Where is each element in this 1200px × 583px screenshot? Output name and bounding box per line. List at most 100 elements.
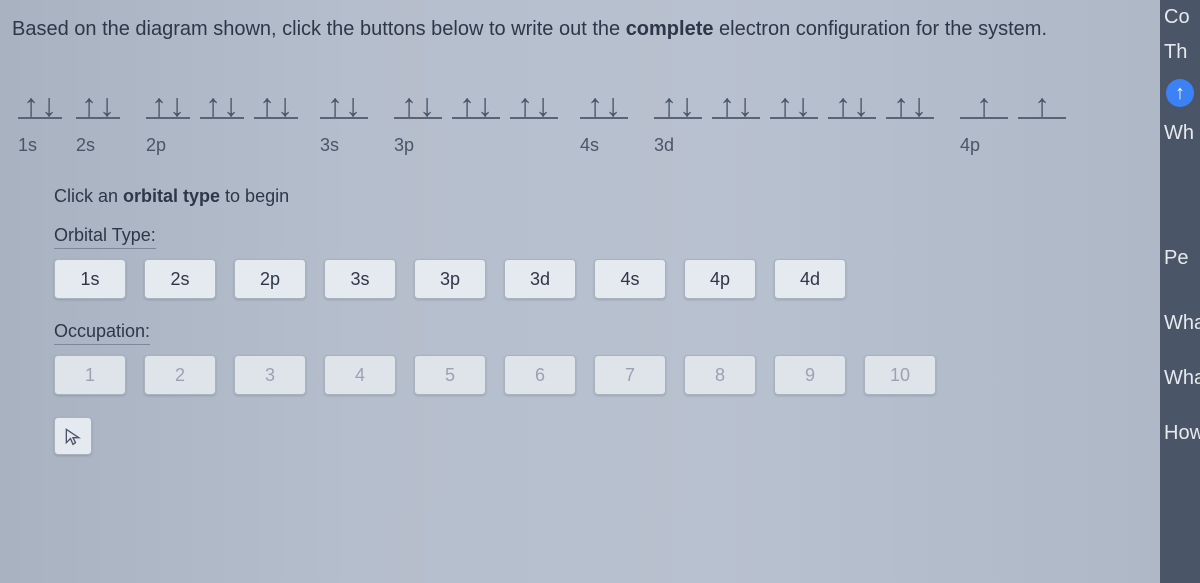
occupation-btn-5[interactable]: 5 (414, 355, 486, 395)
spin-down-icon: ↓ (911, 89, 927, 121)
spin-up-icon: ↑ (259, 89, 275, 121)
spin-up-icon: ↑ (893, 89, 909, 121)
spin-up-icon: ↑ (835, 89, 851, 121)
orbital-line: ↑↓ (770, 69, 818, 119)
rail-item[interactable]: Co (1160, 0, 1200, 35)
spin-up-icon: ↑ (401, 89, 417, 121)
rail-item[interactable]: How (1160, 416, 1200, 451)
instruction-post: electron configuration for the system. (714, 18, 1048, 40)
main-area: Based on the diagram shown, click the bu… (0, 0, 1160, 583)
spin-down-icon: ↓ (477, 89, 493, 121)
spin-down-icon: ↓ (737, 89, 753, 121)
orbital-line: ↑↓ (200, 69, 244, 119)
orbital-labels: 1s2s2p3s3p4s3d4p (8, 129, 1140, 156)
orbital-label-2s: 2s (76, 129, 146, 156)
orbital-label-4p: 4p (960, 129, 1066, 156)
orbital-line: ↑ (960, 69, 1008, 119)
spin-down-icon: ↓ (419, 89, 435, 121)
orbital-line: ↑↓ (76, 69, 120, 119)
spin-up-icon: ↑ (327, 89, 343, 121)
spin-up-icon: ↑ (661, 89, 677, 121)
spin-down-icon: ↓ (679, 89, 695, 121)
instruction-bold: complete (626, 18, 714, 40)
spin-up-icon: ↑ (1034, 89, 1050, 121)
occupation-btn-4[interactable]: 4 (324, 355, 396, 395)
spin-down-icon: ↓ (345, 89, 361, 121)
orbital-label-4s: 4s (580, 129, 654, 156)
right-sidebar: Co Th ↑ Wh Pe Wha Wha How (1160, 0, 1200, 583)
orbital-line: ↑↓ (510, 69, 558, 119)
orbital-line: ↑↓ (394, 69, 442, 119)
orbital-line: ↑↓ (146, 69, 190, 119)
occupation-btn-1[interactable]: 1 (54, 355, 126, 395)
spin-up-icon: ↑ (205, 89, 221, 121)
occupation-btn-7[interactable]: 7 (594, 355, 666, 395)
orbital-btn-3p[interactable]: 3p (414, 259, 486, 299)
orbital-btn-3d[interactable]: 3d (504, 259, 576, 299)
spin-up-icon: ↑ (719, 89, 735, 121)
orbital-label-1s: 1s (18, 129, 76, 156)
orbital-type-buttons: 1s 2s 2p 3s 3p 3d 4s 4p 4d (54, 259, 1140, 299)
orbital-btn-2p[interactable]: 2p (234, 259, 306, 299)
spin-up-icon: ↑ (517, 89, 533, 121)
occupation-btn-6[interactable]: 6 (504, 355, 576, 395)
occupation-label: Occupation: (54, 321, 150, 345)
spin-down-icon: ↓ (169, 89, 185, 121)
panel-title: Click an orbital type to begin (54, 186, 1140, 207)
orbital-line: ↑↓ (712, 69, 760, 119)
panel-title-post: to begin (220, 186, 289, 206)
orbital-label-3p: 3p (394, 129, 580, 156)
orbital-label-3s: 3s (320, 129, 394, 156)
spin-up-icon: ↑ (151, 89, 167, 121)
panel-title-pre: Click an (54, 186, 123, 206)
orbital-line: ↑↓ (18, 69, 62, 119)
rail-item[interactable]: Wha (1160, 306, 1200, 341)
orbital-btn-1s[interactable]: 1s (54, 259, 126, 299)
rail-item[interactable]: Wha (1160, 361, 1200, 396)
spin-up-icon: ↑ (587, 89, 603, 121)
spin-up-icon: ↑ (81, 89, 97, 121)
orbital-line: ↑ (1018, 69, 1066, 119)
spin-down-icon: ↓ (99, 89, 115, 121)
orbital-line: ↑↓ (828, 69, 876, 119)
rail-item[interactable]: Th (1160, 35, 1200, 70)
rail-item[interactable]: Pe (1160, 241, 1200, 276)
orbital-line: ↑↓ (254, 69, 298, 119)
rail-up-icon[interactable]: ↑ (1160, 70, 1200, 116)
spin-down-icon: ↓ (277, 89, 293, 121)
orbital-btn-4d[interactable]: 4d (774, 259, 846, 299)
spin-up-icon: ↑ (459, 89, 475, 121)
orbital-line: ↑↓ (580, 69, 628, 119)
instruction-text: Based on the diagram shown, click the bu… (8, 18, 1140, 41)
occupation-btn-3[interactable]: 3 (234, 355, 306, 395)
reset-button[interactable] (54, 417, 92, 455)
panel-title-bold: orbital type (123, 186, 220, 206)
occupation-btn-2[interactable]: 2 (144, 355, 216, 395)
occupation-btn-8[interactable]: 8 (684, 355, 756, 395)
orbital-btn-4s[interactable]: 4s (594, 259, 666, 299)
orbital-type-label: Orbital Type: (54, 225, 156, 249)
occupation-btn-10[interactable]: 10 (864, 355, 936, 395)
orbital-btn-2s[interactable]: 2s (144, 259, 216, 299)
input-panel: Click an orbital type to begin Orbital T… (54, 186, 1140, 455)
orbital-label-2p: 2p (146, 129, 320, 156)
spin-down-icon: ↓ (223, 89, 239, 121)
spin-down-icon: ↓ (535, 89, 551, 121)
rail-item[interactable]: Wh (1160, 116, 1200, 151)
orbital-btn-4p[interactable]: 4p (684, 259, 756, 299)
spin-up-icon: ↑ (777, 89, 793, 121)
spin-down-icon: ↓ (853, 89, 869, 121)
arrow-up-icon: ↑ (1166, 79, 1194, 107)
orbital-diagram: ↑↓↑↓↑↓↑↓↑↓↑↓↑↓↑↓↑↓↑↓↑↓↑↓↑↓↑↓↑↓↑↑ (8, 69, 1140, 119)
instruction-pre: Based on the diagram shown, click the bu… (12, 18, 626, 40)
occupation-btn-9[interactable]: 9 (774, 355, 846, 395)
orbital-line: ↑↓ (320, 69, 368, 119)
orbital-btn-3s[interactable]: 3s (324, 259, 396, 299)
orbital-line: ↑↓ (886, 69, 934, 119)
spin-up-icon: ↑ (23, 89, 39, 121)
spin-down-icon: ↓ (795, 89, 811, 121)
cursor-icon (63, 426, 83, 446)
orbital-label-3d: 3d (654, 129, 960, 156)
spin-down-icon: ↓ (605, 89, 621, 121)
orbital-line: ↑↓ (654, 69, 702, 119)
